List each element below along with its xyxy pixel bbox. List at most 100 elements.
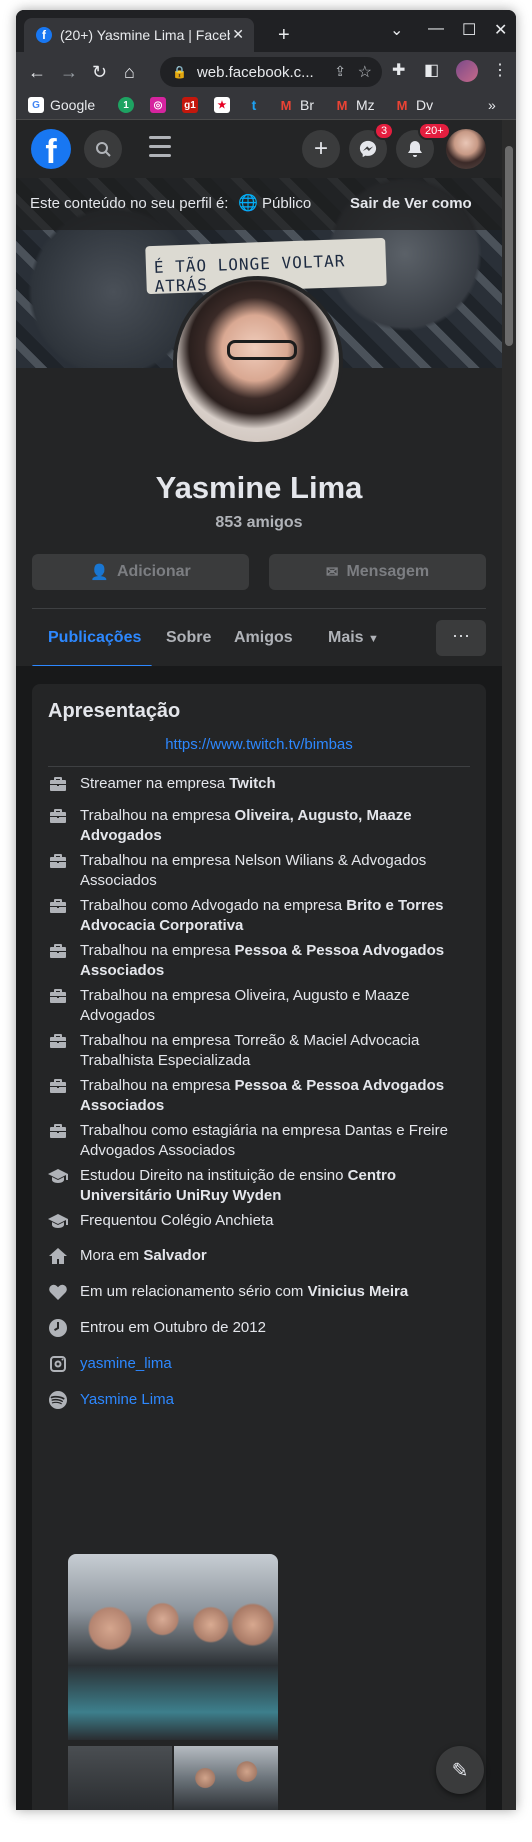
share-icon[interactable]: ⇪	[334, 63, 346, 80]
bookmark-item[interactable]: 1	[118, 97, 140, 113]
intro-item-prefix: Trabalhou na empresa Oliveira, Augusto e…	[80, 987, 410, 1024]
tab-sobre[interactable]: Sobre	[166, 629, 211, 647]
profile-tabs: Publicações Sobre Amigos Mais ▼	[32, 609, 486, 669]
intro-item: Trabalhou na empresa Oliveira, Augusto, …	[48, 806, 468, 846]
intro-item-text: Trabalhou na empresa Pessoa & Pessoa Adv…	[80, 1076, 468, 1116]
bookmark-item[interactable]: t	[246, 97, 268, 113]
intro-item-text: Estudou Direito na instituição de ensino…	[80, 1166, 468, 1206]
search-icon	[96, 142, 111, 157]
tab-mais[interactable]: Mais ▼	[328, 629, 379, 647]
featured-photo[interactable]	[68, 1746, 172, 1810]
forward-icon[interactable]: →	[60, 62, 78, 82]
message-button[interactable]: ✉ Mensagem	[269, 554, 486, 590]
bookmark-1-icon: 1	[118, 97, 134, 113]
bookmark-item[interactable]: ◎	[150, 97, 172, 113]
bookmark-mz[interactable]: M Mz	[334, 97, 375, 113]
briefcase-icon	[48, 941, 68, 961]
intro-item: Mora em Salvador	[48, 1246, 468, 1266]
intro-item: Trabalhou na empresa Torreão & Maciel Ad…	[48, 1031, 468, 1071]
tab-title: (20+) Yasmine Lima | Facebook	[60, 27, 230, 43]
home-icon	[48, 1246, 68, 1266]
tab-amigos[interactable]: Amigos	[234, 629, 293, 647]
tab-publicacoes[interactable]: Publicações	[48, 629, 141, 647]
clock-icon	[48, 1318, 68, 1338]
intro-website-link[interactable]: https://www.twitch.tv/bimbas	[32, 736, 486, 753]
search-button[interactable]	[84, 130, 122, 168]
intro-item: Trabalhou como Advogado na empresa Brito…	[48, 896, 468, 936]
bookmark-item[interactable]: ★	[214, 97, 236, 113]
intro-item-link[interactable]: Yasmine Lima	[80, 1391, 174, 1408]
intro-item-text: Trabalhou na empresa Oliveira, Augusto e…	[80, 986, 468, 1026]
reload-icon[interactable]: ↻	[92, 62, 107, 82]
add-friend-button[interactable]: 👤 Adicionar	[32, 554, 249, 590]
bookmark-br[interactable]: M Br	[278, 97, 314, 113]
notifications-badge: 20+	[418, 122, 451, 140]
bookmarks-overflow[interactable]: »	[488, 97, 496, 113]
intro-item-text: yasmine_lima	[80, 1354, 172, 1374]
featured-photo[interactable]	[68, 1554, 278, 1740]
briefcase-icon	[48, 1031, 68, 1051]
browser-menu-icon[interactable]: ⋮	[492, 60, 508, 80]
minimize-icon[interactable]: —	[428, 20, 444, 38]
intro-item[interactable]: Yasmine Lima	[48, 1390, 468, 1410]
home-button-icon[interactable]: ⌂	[124, 62, 135, 82]
intro-item-highlight[interactable]: Vinicius Meira	[308, 1283, 409, 1300]
scrollbar[interactable]	[502, 120, 516, 1810]
graduation-cap-icon	[48, 1166, 68, 1186]
close-window-icon[interactable]: ✕	[494, 20, 507, 40]
bookmark-item[interactable]: g1	[182, 97, 204, 113]
intro-item-highlight[interactable]: Salvador	[143, 1247, 206, 1264]
extensions-icon[interactable]: ✚	[392, 60, 405, 80]
intro-item-prefix: Em um relacionamento sério com	[80, 1283, 308, 1300]
messenger-badge: 3	[374, 122, 395, 140]
profile-picture[interactable]	[173, 276, 343, 446]
plus-icon: +	[313, 135, 328, 162]
close-tab-icon[interactable]: ✕	[232, 26, 244, 43]
intro-item-prefix: Estudou Direito na instituição de ensino	[80, 1167, 348, 1184]
browser-profile-avatar[interactable]	[456, 60, 478, 82]
intro-item-prefix: Entrou em Outubro de 2012	[80, 1319, 266, 1336]
address-bar[interactable]: 🔒 web.facebook.c... ⇪ ☆	[160, 57, 382, 87]
browser-tab[interactable]: f (20+) Yasmine Lima | Facebook ✕	[24, 18, 254, 52]
scrollbar-thumb[interactable]	[505, 146, 513, 346]
bookmark-dv[interactable]: M Dv	[394, 97, 434, 113]
caret-down-icon: ▼	[368, 633, 379, 645]
view-as-text: Este conteúdo no seu perfil é:	[30, 195, 229, 212]
facebook-favicon-icon: f	[36, 27, 52, 43]
g1-icon: g1	[182, 97, 198, 113]
profile-name: Yasmine Lima	[155, 470, 363, 505]
maximize-icon[interactable]: ☐	[462, 20, 476, 40]
exit-view-as-button[interactable]: Sair de Ver como	[350, 195, 472, 212]
intro-item-prefix: Trabalhou na empresa	[80, 1077, 235, 1094]
account-avatar[interactable]	[446, 129, 486, 169]
intro-item-link[interactable]: yasmine_lima	[80, 1355, 172, 1372]
bookmark-google[interactable]: G Google	[28, 97, 95, 113]
side-panel-icon[interactable]: ◧	[424, 60, 439, 80]
intro-item: Em um relacionamento sério com Vinicius …	[48, 1282, 468, 1302]
intro-item-prefix: Mora em	[80, 1247, 144, 1264]
new-tab-button[interactable]: +	[278, 24, 290, 47]
featured-photo[interactable]	[174, 1746, 278, 1810]
back-icon[interactable]: ←	[28, 62, 46, 82]
intro-item: Trabalhou como estagiária na empresa Dan…	[48, 1121, 468, 1161]
lock-icon: 🔒	[172, 65, 187, 79]
intro-item-highlight[interactable]: Twitch	[229, 775, 275, 792]
intro-item-text: Streamer na empresa Twitch	[80, 774, 276, 794]
create-button[interactable]: +	[302, 130, 340, 168]
facebook-header: f + 3 20+	[16, 120, 502, 178]
facebook-logo[interactable]: f	[31, 129, 71, 171]
more-options-button[interactable]: ···	[436, 620, 486, 656]
view-as-banner: Este conteúdo no seu perfil é: 🌐 Público…	[16, 178, 502, 230]
intro-item-prefix: Streamer na empresa	[80, 775, 230, 792]
tab-search-icon[interactable]: ⌄	[390, 20, 403, 40]
profile-picture-glasses	[227, 340, 297, 360]
new-message-button[interactable]: ✎	[436, 1746, 484, 1794]
bookmark-star-icon[interactable]: ☆	[358, 62, 372, 82]
friends-count[interactable]: 853 amigos	[16, 514, 502, 532]
intro-item-prefix: Trabalhou como estagiária na empresa Dan…	[80, 1122, 448, 1159]
intro-item[interactable]: yasmine_lima	[48, 1354, 468, 1374]
star-bookmark-icon: ★	[214, 97, 230, 113]
menu-icon[interactable]	[149, 136, 171, 163]
intro-item: Frequentou Colégio Anchieta	[48, 1211, 468, 1231]
intro-item-prefix: Trabalhou na empresa	[80, 807, 235, 824]
